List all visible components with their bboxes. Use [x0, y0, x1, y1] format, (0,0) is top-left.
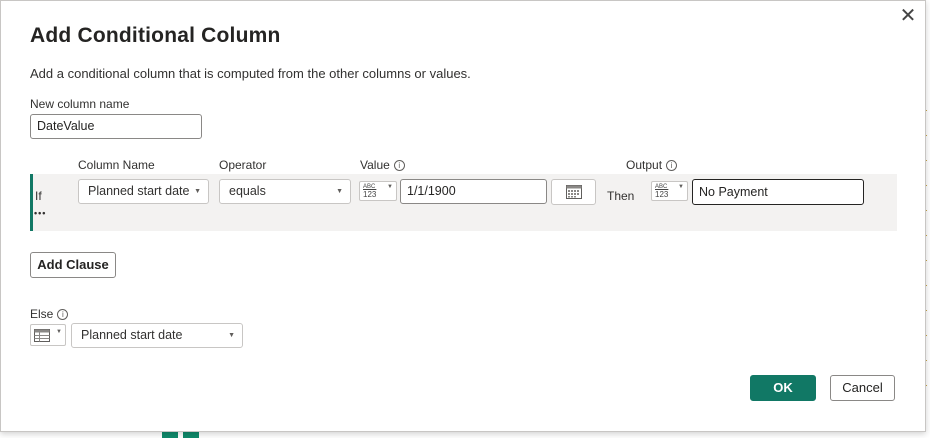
type-123-text: 123 [363, 190, 377, 199]
more-options-icon[interactable]: ••• [34, 208, 46, 218]
else-label: Else i [30, 307, 69, 321]
calendar-icon [566, 185, 582, 199]
chevron-down-icon: ▼ [678, 184, 684, 190]
operator-value: equals [229, 184, 266, 198]
cancel-button[interactable]: Cancel [830, 375, 895, 401]
dialog-description: Add a conditional column that is compute… [30, 66, 471, 81]
output-header-text: Output [626, 158, 663, 172]
table-icon [34, 329, 50, 342]
info-icon: i [57, 309, 69, 320]
new-column-name-label: New column name [30, 97, 130, 111]
value-input[interactable]: 1/1/1900 [400, 179, 547, 204]
value-header-text: Value [360, 158, 390, 172]
type-123-text: 123 [655, 190, 669, 199]
output-input[interactable]: No Payment [692, 179, 864, 205]
chevron-down-icon: ▼ [336, 188, 343, 195]
output-header: Output i [626, 158, 678, 172]
chevron-down-icon: ▼ [194, 188, 201, 195]
chevron-down-icon: ▼ [228, 332, 235, 339]
else-dropdown[interactable]: Planned start date ▼ [71, 323, 243, 348]
add-conditional-column-dialog: ✕ Add Conditional Column Add a condition… [0, 0, 926, 432]
calendar-button[interactable] [551, 179, 596, 205]
close-icon[interactable]: ✕ [899, 6, 917, 26]
chevron-down-icon: ▼ [56, 329, 62, 335]
add-clause-button[interactable]: Add Clause [30, 252, 116, 278]
value-header: Value i [360, 158, 405, 172]
else-label-text: Else [30, 307, 54, 321]
operator-dropdown[interactable]: equals ▼ [219, 179, 351, 204]
dialog-title: Add Conditional Column [30, 24, 281, 47]
column-name-header: Column Name [78, 158, 155, 172]
info-icon: i [393, 160, 405, 171]
operator-header: Operator [219, 158, 267, 172]
column-name-value: Planned start date [88, 184, 190, 198]
else-value: Planned start date [81, 328, 183, 342]
column-name-dropdown[interactable]: Planned start date ▼ [78, 179, 209, 204]
info-icon: i [666, 160, 678, 171]
then-label: Then [607, 189, 635, 203]
output-type-button[interactable]: ABC 123 ▼ [651, 181, 688, 201]
ok-button[interactable]: OK [750, 375, 816, 401]
new-column-name-input[interactable]: DateValue [30, 114, 202, 139]
else-type-button[interactable]: ▼ [30, 324, 66, 346]
value-type-button[interactable]: ABC 123 ▼ [359, 181, 397, 201]
chevron-down-icon: ▼ [387, 184, 393, 190]
if-label: If [35, 189, 42, 203]
